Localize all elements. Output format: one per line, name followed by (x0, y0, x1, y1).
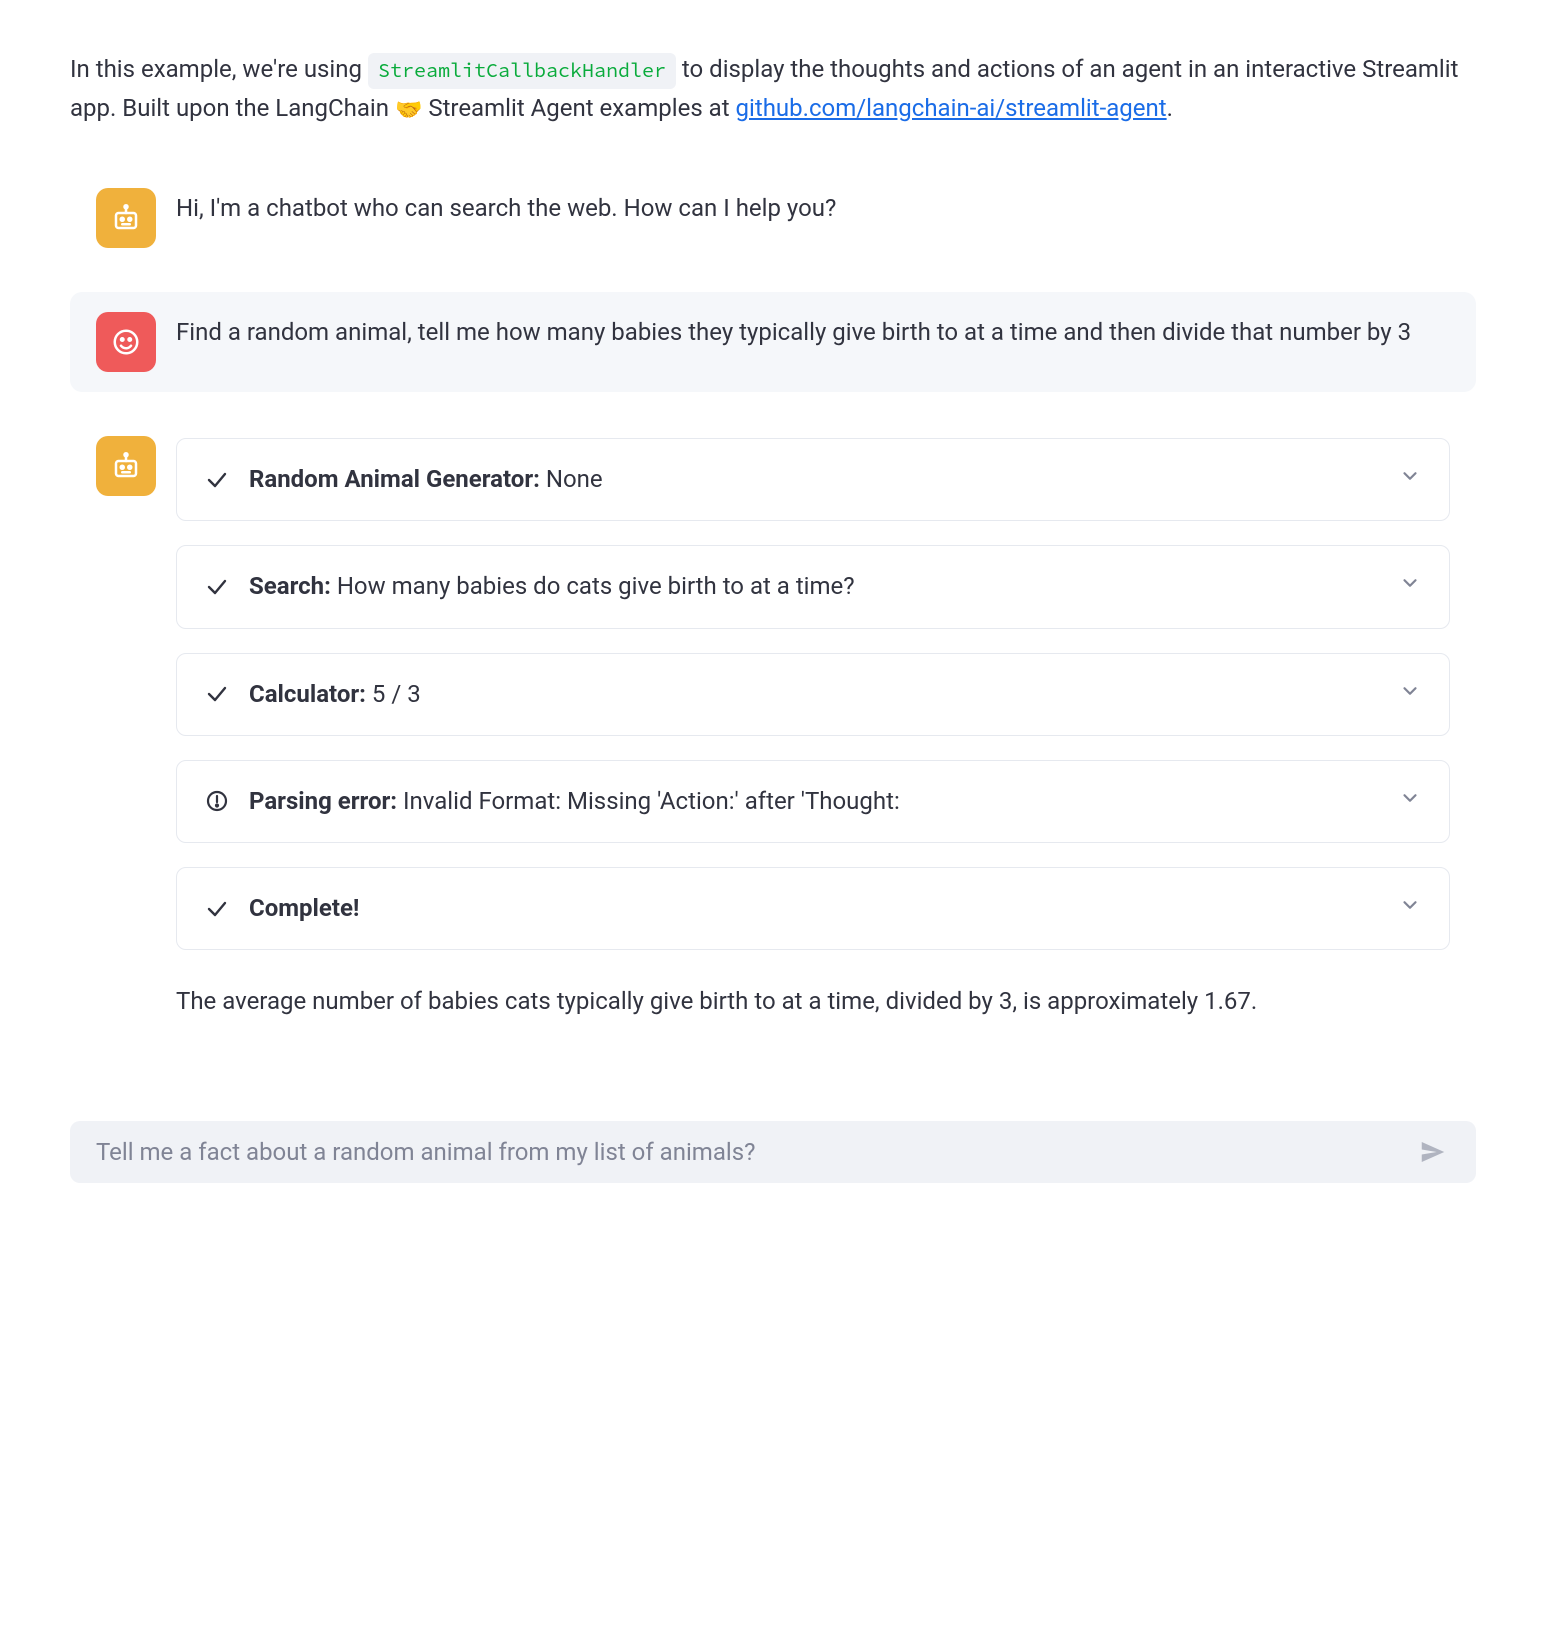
intro-text-suffix: . (1167, 94, 1173, 122)
step-label: Calculator: 5 / 3 (249, 679, 1379, 710)
send-button[interactable] (1414, 1133, 1452, 1171)
step-parsing-error[interactable]: Parsing error: Invalid Format: Missing '… (176, 760, 1450, 843)
step-label: Search: How many babies do cats give bir… (249, 571, 1379, 602)
error-icon (205, 789, 229, 813)
agent-repo-link[interactable]: github.com/langchain-ai/streamlit-agent (736, 94, 1167, 122)
code-token: StreamlitCallbackHandler (368, 53, 676, 89)
assistant-response: Random Animal Generator: None Search: Ho… (70, 416, 1476, 1040)
user-message: Find a random animal, tell me how many b… (70, 292, 1476, 392)
check-icon (205, 897, 229, 921)
intro-paragraph: In this example, we're using StreamlitCa… (70, 50, 1476, 128)
intro-text-prefix: In this example, we're using (70, 55, 368, 83)
step-calculator[interactable]: Calculator: 5 / 3 (176, 653, 1450, 736)
step-label: Complete! (249, 893, 1379, 924)
check-icon (205, 575, 229, 599)
chevron-down-icon (1399, 890, 1421, 927)
user-message-text: Find a random animal, tell me how many b… (176, 312, 1450, 351)
step-label: Random Animal Generator: None (249, 464, 1379, 495)
chevron-down-icon (1399, 568, 1421, 605)
assistant-avatar (96, 188, 156, 248)
step-complete[interactable]: Complete! (176, 867, 1450, 950)
final-answer-text: The average number of babies cats typica… (176, 982, 1450, 1020)
assistant-avatar (96, 436, 156, 496)
chat-thread: Hi, I'm a chatbot who can search the web… (70, 168, 1476, 1040)
chevron-down-icon (1399, 461, 1421, 498)
send-icon (1418, 1137, 1448, 1167)
handshake-icon: 🤝 (395, 93, 422, 128)
step-random-animal-generator[interactable]: Random Animal Generator: None (176, 438, 1450, 521)
check-icon (205, 468, 229, 492)
intro-text-mid2: Streamlit Agent examples at (428, 94, 735, 122)
user-face-icon (111, 327, 141, 357)
assistant-message-text: Hi, I'm a chatbot who can search the web… (176, 188, 1450, 227)
step-label: Parsing error: Invalid Format: Missing '… (249, 786, 1379, 817)
chevron-down-icon (1399, 783, 1421, 820)
chat-input[interactable] (94, 1137, 1414, 1167)
robot-icon (111, 203, 141, 233)
chevron-down-icon (1399, 676, 1421, 713)
agent-steps: Random Animal Generator: None Search: Ho… (176, 438, 1450, 950)
check-icon (205, 682, 229, 706)
chat-input-container[interactable] (70, 1121, 1476, 1183)
assistant-message: Hi, I'm a chatbot who can search the web… (70, 168, 1476, 268)
assistant-response-body: Random Animal Generator: None Search: Ho… (176, 436, 1450, 1020)
robot-icon (111, 451, 141, 481)
step-search[interactable]: Search: How many babies do cats give bir… (176, 545, 1450, 628)
user-avatar (96, 312, 156, 372)
